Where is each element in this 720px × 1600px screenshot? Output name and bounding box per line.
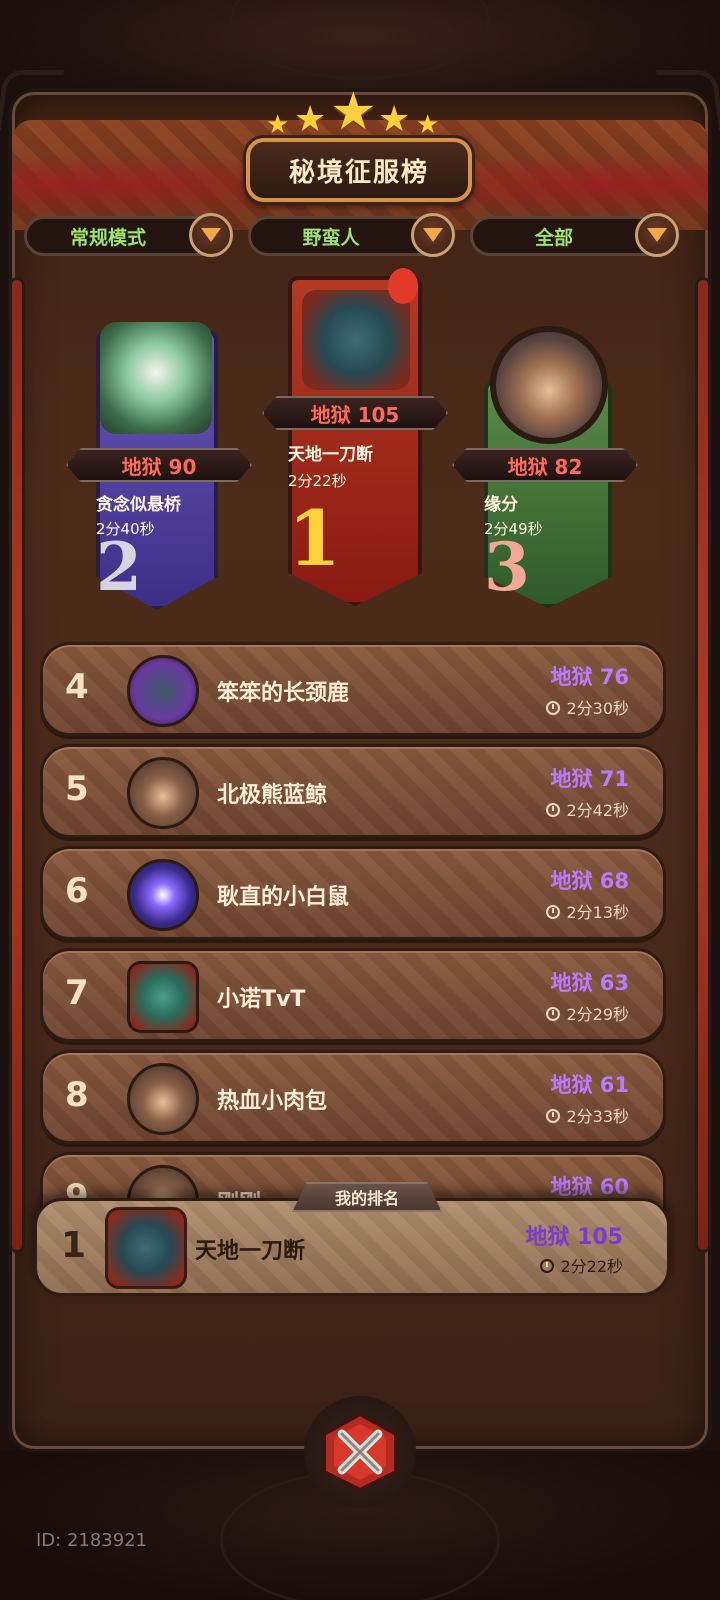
my-name: 天地一刀断 bbox=[195, 1239, 306, 1264]
balloon-icon bbox=[388, 268, 418, 304]
chevron-down-icon[interactable] bbox=[635, 213, 679, 257]
second-avatar bbox=[100, 322, 212, 434]
player-time: 2分42秒 bbox=[546, 797, 629, 821]
clock-icon bbox=[546, 1007, 561, 1021]
my-avatar bbox=[105, 1207, 187, 1289]
first-score: 地狱 105 bbox=[262, 396, 448, 430]
clock-icon bbox=[546, 905, 561, 919]
list-item[interactable]: 8 热血小肉包 地狱 61 2分33秒 bbox=[40, 1050, 666, 1144]
player-score: 地狱 63 bbox=[550, 971, 629, 995]
list-rank: 8 bbox=[65, 1075, 89, 1115]
star-icon: ★ bbox=[266, 110, 290, 140]
scope-dropdown-label: 全部 bbox=[534, 226, 573, 249]
page-title: 秘境征服榜 bbox=[288, 157, 429, 188]
clock-icon bbox=[540, 1259, 555, 1273]
third-rank: 3 bbox=[484, 528, 530, 606]
scope-dropdown[interactable]: 全部 bbox=[470, 213, 679, 257]
first-rank: 1 bbox=[288, 494, 341, 583]
third-name: 缘分 bbox=[484, 495, 518, 515]
player-score: 地狱 76 bbox=[550, 665, 629, 689]
mode-dropdown[interactable]: 常规模式 bbox=[24, 213, 233, 257]
star-icon: ★ bbox=[416, 110, 440, 140]
player-score: 地狱 60 bbox=[550, 1175, 629, 1199]
player-score: 地狱 71 bbox=[550, 767, 629, 791]
player-avatar bbox=[127, 655, 199, 727]
star-row: ★ ★ ★ ★ ★ bbox=[0, 82, 720, 142]
my-time: 2分22秒 bbox=[540, 1253, 623, 1277]
list-item[interactable]: 5 北极熊蓝鲸 地狱 71 2分42秒 bbox=[40, 744, 666, 838]
star-icon: ★ bbox=[294, 99, 327, 140]
clock-icon bbox=[546, 701, 561, 715]
player-score: 地狱 68 bbox=[550, 869, 629, 893]
chevron-down-icon[interactable] bbox=[189, 213, 233, 257]
right-rail bbox=[698, 280, 708, 1250]
player-time: 2分30秒 bbox=[546, 695, 629, 719]
player-avatar bbox=[127, 757, 199, 829]
left-rail bbox=[12, 280, 22, 1250]
player-name: 热血小肉包 bbox=[217, 1089, 328, 1114]
second-name: 贪念似悬桥 bbox=[96, 495, 181, 515]
list-item[interactable]: 7 小诺TvT 地狱 63 2分29秒 bbox=[40, 948, 666, 1042]
player-avatar bbox=[127, 961, 199, 1033]
player-avatar bbox=[127, 1063, 199, 1135]
player-score: 地狱 61 bbox=[550, 1073, 629, 1097]
my-rank-number: 1 bbox=[61, 1225, 87, 1266]
list-rank: 5 bbox=[65, 769, 89, 809]
user-id: ID: 2183921 bbox=[36, 1530, 148, 1551]
star-icon: ★ bbox=[378, 99, 411, 140]
player-time: 2分29秒 bbox=[546, 1001, 629, 1025]
my-rank-label: 我的排名 bbox=[292, 1182, 442, 1212]
player-time: 2分33秒 bbox=[546, 1103, 629, 1127]
class-dropdown-label: 野蛮人 bbox=[302, 226, 360, 249]
third-score: 地狱 82 bbox=[452, 448, 638, 482]
clock-icon bbox=[546, 803, 561, 817]
list-rank: 6 bbox=[65, 871, 89, 911]
close-icon bbox=[322, 1411, 398, 1493]
mode-dropdown-label: 常规模式 bbox=[69, 226, 146, 249]
player-name: 耿直的小白鼠 bbox=[217, 885, 350, 910]
list-rank: 7 bbox=[65, 973, 89, 1013]
player-name: 笨笨的长颈鹿 bbox=[217, 681, 350, 706]
first-name: 天地一刀断 bbox=[288, 445, 373, 465]
chevron-down-icon[interactable] bbox=[411, 213, 455, 257]
list-item[interactable]: 4 笨笨的长颈鹿 地狱 76 2分30秒 bbox=[40, 642, 666, 736]
list-rank: 4 bbox=[65, 667, 89, 707]
my-score: 地狱 105 bbox=[525, 1225, 623, 1250]
second-rank: 2 bbox=[96, 528, 142, 606]
page-title-plate: 秘境征服榜 bbox=[246, 138, 472, 202]
player-avatar bbox=[127, 859, 199, 931]
my-rank-bar[interactable]: 1 天地一刀断 地狱 105 2分22秒 bbox=[34, 1198, 670, 1296]
second-score: 地狱 90 bbox=[66, 448, 252, 482]
star-icon: ★ bbox=[330, 82, 377, 142]
class-dropdown[interactable]: 野蛮人 bbox=[248, 213, 455, 257]
player-time: 2分13秒 bbox=[546, 899, 629, 923]
list-item[interactable]: 6 耿直的小白鼠 地狱 68 2分13秒 bbox=[40, 846, 666, 940]
player-name: 小诺TvT bbox=[217, 987, 306, 1012]
third-avatar bbox=[490, 326, 608, 444]
close-button[interactable] bbox=[304, 1396, 416, 1508]
first-time: 2分22秒 bbox=[288, 472, 347, 490]
clock-icon bbox=[546, 1109, 561, 1123]
first-avatar bbox=[302, 290, 410, 390]
player-name: 北极熊蓝鲸 bbox=[217, 783, 328, 808]
